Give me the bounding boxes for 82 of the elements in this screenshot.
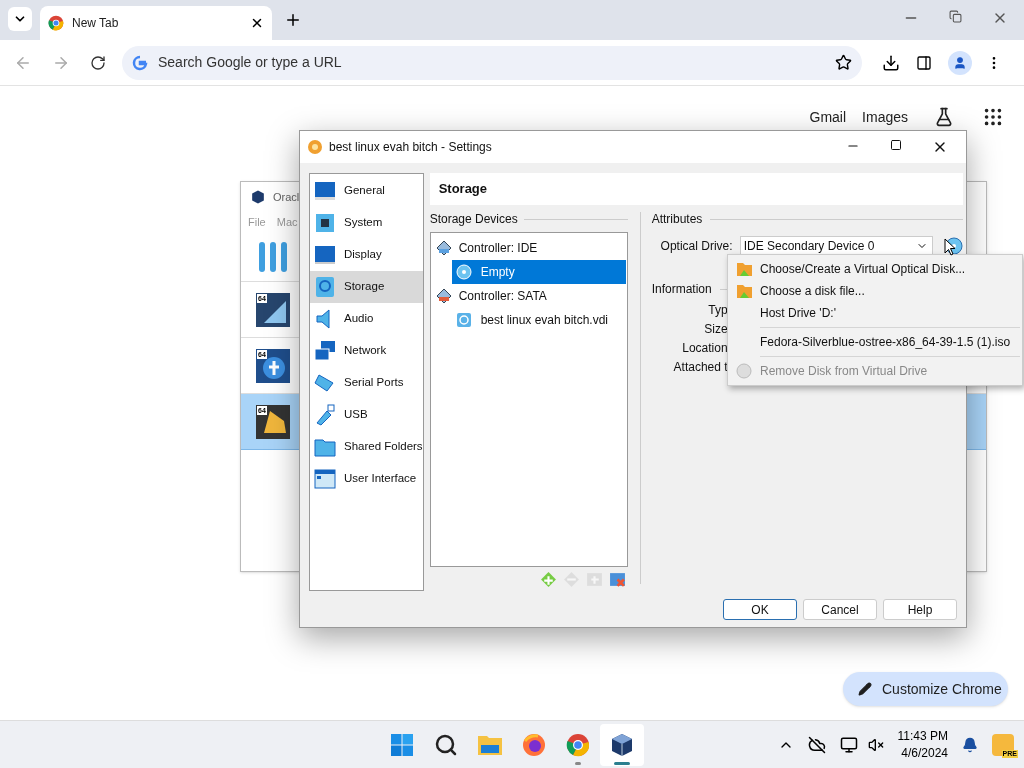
- sidebar-item[interactable]: Storage: [310, 271, 423, 303]
- windows-logo-icon[interactable]: [390, 732, 414, 757]
- profile-avatar[interactable]: [948, 50, 972, 75]
- sidebar-item[interactable]: Display: [310, 239, 423, 271]
- disc-icon: [455, 264, 472, 280]
- info-label: Typ: [708, 302, 728, 315]
- sidebar-item[interactable]: System: [310, 207, 423, 239]
- sidebar-item[interactable]: Audio: [310, 303, 423, 335]
- hard-disk-icon: [455, 312, 472, 328]
- controller-icon: [435, 240, 452, 256]
- cloud-off-icon[interactable]: [807, 735, 826, 754]
- address-bar[interactable]: Search Google or type a URL: [122, 45, 862, 80]
- sidebar-item[interactable]: General: [310, 175, 423, 207]
- reload-icon[interactable]: [90, 54, 106, 71]
- browser-tab[interactable]: New Tab: [40, 6, 272, 40]
- menu-item[interactable]: Host Drive 'D:': [728, 302, 1022, 324]
- header-link[interactable]: Images: [862, 106, 908, 128]
- sidebar-item[interactable]: USB: [310, 399, 423, 431]
- sidebar-item[interactable]: User Interface: [310, 463, 423, 495]
- cube-icon[interactable]: [610, 732, 634, 757]
- customize-chrome-button[interactable]: Customize Chrome: [843, 672, 1008, 706]
- chrome-icon: [48, 15, 64, 31]
- download-icon[interactable]: [882, 53, 900, 72]
- window-title: Oracl: [273, 189, 300, 205]
- sidebar-item[interactable]: Shared Folders: [310, 431, 423, 463]
- bell-icon[interactable]: [962, 736, 978, 753]
- close-tab-icon[interactable]: [250, 16, 264, 30]
- dialog-button[interactable]: OK: [723, 599, 797, 620]
- menu-item[interactable]: Fedora-Silverblue-ostree-x86_64-39-1.5 (1).iso: [728, 331, 1022, 353]
- controller-icon: [435, 288, 452, 304]
- info-label: Size: [704, 321, 728, 334]
- bookmark-star-icon[interactable]: [835, 54, 852, 71]
- remove-attachment-icon[interactable]: [608, 571, 626, 588]
- cube-icon: [251, 190, 265, 204]
- new-tab-icon[interactable]: [284, 11, 302, 29]
- clock-time[interactable]: 11:43 PM: [897, 727, 948, 745]
- mouse-cursor-icon: [944, 238, 956, 256]
- network-icon[interactable]: [839, 735, 858, 754]
- firefox-icon[interactable]: [522, 732, 546, 757]
- tab-search-button[interactable]: [8, 7, 32, 31]
- sidebar-item[interactable]: Network: [310, 335, 423, 367]
- section-heading: Information: [651, 281, 712, 298]
- clock-date[interactable]: 4/6/2024: [901, 744, 948, 762]
- header-link[interactable]: Gmail: [809, 106, 847, 128]
- maximize-icon[interactable]: [890, 139, 902, 151]
- monitor-icon: [313, 179, 337, 203]
- optical-drive-select[interactable]: IDE Secondary Device 0: [739, 236, 933, 256]
- dialog-button[interactable]: Cancel: [803, 599, 877, 620]
- tree-item[interactable]: Empty: [451, 260, 626, 284]
- sidebar-item[interactable]: Serial Ports: [310, 367, 423, 399]
- pencil-icon: [858, 682, 872, 696]
- linux-os-icon: [256, 404, 290, 439]
- dialog-button[interactable]: Help: [883, 599, 957, 620]
- fedora-os-icon: [256, 348, 290, 383]
- tree-item[interactable]: best linux evah bitch.vdi: [451, 308, 626, 332]
- search-icon[interactable]: [434, 732, 458, 757]
- info-label: Location: [682, 340, 728, 353]
- chip-icon: [313, 211, 337, 235]
- side-panel-icon[interactable]: [916, 54, 932, 71]
- menu-item[interactable]: Choose a disk file...: [728, 280, 1022, 302]
- section-heading: Attributes: [651, 211, 703, 228]
- menu-item[interactable]: Choose/Create a Virtual Optical Disk...: [728, 258, 1022, 280]
- window-title: best linux evah bitch - Settings: [329, 139, 493, 156]
- tree-item[interactable]: Controller: IDE: [433, 236, 627, 260]
- section-heading: Storage Devices: [429, 211, 518, 228]
- apps-grid-icon[interactable]: [982, 106, 1004, 128]
- tab-title: New Tab: [72, 15, 120, 32]
- chrome-icon[interactable]: [566, 732, 590, 757]
- display-icon: [313, 243, 337, 267]
- gear-icon: [307, 139, 323, 155]
- google-logo-icon: [132, 54, 148, 71]
- flask-icon[interactable]: [934, 107, 954, 127]
- restore-icon[interactable]: [949, 10, 962, 23]
- window-icon: [313, 467, 337, 491]
- network-icon: [313, 339, 337, 363]
- page-title: Storage: [438, 180, 488, 199]
- info-label: Attached t: [673, 359, 728, 372]
- volume-muted-icon[interactable]: [867, 736, 884, 753]
- field-label: Optical Drive:: [659, 238, 733, 255]
- tree-item[interactable]: Controller: SATA: [433, 284, 627, 308]
- tools-icon[interactable]: [257, 239, 289, 274]
- windows-os-icon: [256, 292, 290, 327]
